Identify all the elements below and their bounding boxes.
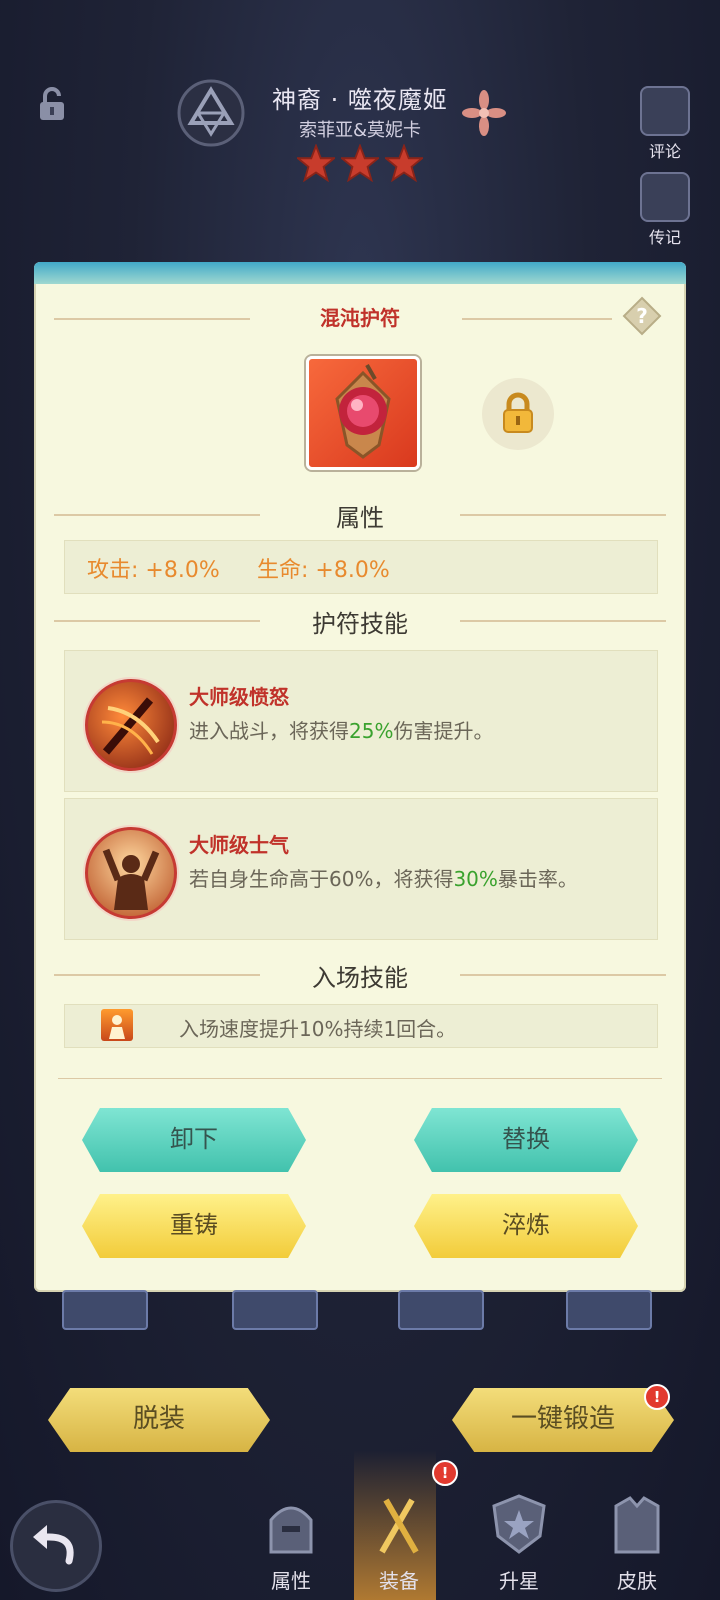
divider [462, 318, 612, 320]
help-icon[interactable]: ? [622, 296, 662, 336]
tab-label: 皮肤 [617, 1569, 657, 1593]
equipment-slot[interactable] [62, 1290, 148, 1330]
divider [54, 318, 250, 320]
tab-label: 升星 [499, 1569, 539, 1593]
equipment-slot[interactable] [566, 1290, 652, 1330]
biography-button[interactable]: 传记 [634, 172, 696, 248]
star-icon [297, 144, 335, 182]
tab-label: 装备 [379, 1569, 419, 1593]
padlock-icon [503, 392, 533, 433]
sword-slash-icon [85, 679, 177, 771]
star-icon [341, 144, 379, 182]
amulet-item-icon[interactable] [306, 356, 420, 470]
svg-text:?: ? [636, 304, 648, 328]
class-flower-icon [452, 88, 516, 138]
divider [460, 514, 666, 516]
entry-skill-box: 入场速度提升10%持续1回合。 [64, 1004, 658, 1048]
skill-card[interactable]: 大师级士气 若自身生命高于60%，将获得30%暴击率。 [64, 798, 658, 940]
lock-item-button[interactable] [482, 378, 554, 450]
entry-skill-title: 入场技能 [312, 964, 408, 992]
attributes-box: 攻击: +8.0% 生命: +8.0% [64, 540, 658, 594]
tab-attributes[interactable]: 属性 [246, 1492, 336, 1594]
divider [54, 620, 260, 622]
tab-star-up[interactable]: 升星 [474, 1492, 564, 1594]
tab-skins[interactable]: 皮肤 [592, 1492, 682, 1594]
equipment-slot[interactable] [398, 1290, 484, 1330]
weapons-icon [379, 1498, 419, 1554]
comment-label: 评论 [648, 142, 681, 161]
skill-name: 大师级愤怒 [189, 685, 289, 709]
item-name: 混沌护符 [320, 306, 400, 330]
divider [460, 974, 666, 976]
speed-boost-icon [101, 1009, 133, 1041]
attributes-title: 属性 [336, 504, 384, 532]
entry-skill-description: 入场速度提升10%持续1回合。 [179, 1017, 457, 1041]
replace-button[interactable]: 替换 [414, 1108, 638, 1172]
back-arrow-icon [33, 1525, 74, 1565]
amulet-skills-title: 护符技能 [312, 610, 408, 638]
divider [58, 1078, 662, 1079]
comment-button[interactable]: 评论 [634, 86, 696, 162]
divider [54, 974, 260, 976]
skill-card[interactable]: 大师级愤怒 进入战斗，将获得25%伤害提升。 [64, 650, 658, 792]
star-shield-icon [492, 1494, 546, 1554]
star-icon [385, 144, 423, 182]
armor-icon [614, 1496, 660, 1554]
tab-label: 属性 [271, 1569, 311, 1593]
skill-name: 大师级士气 [189, 833, 289, 857]
helmet-icon [269, 1506, 313, 1554]
skill-description: 若自身生命高于60%，将获得30%暴击率。 [189, 867, 578, 891]
one-click-forge-button[interactable]: 一键锻造 [452, 1388, 674, 1452]
reforge-button[interactable]: 重铸 [82, 1194, 306, 1258]
equipment-slot[interactable] [232, 1290, 318, 1330]
refine-button[interactable]: 淬炼 [414, 1194, 638, 1258]
unlock-icon[interactable] [30, 82, 74, 126]
panel-top-trim [34, 262, 686, 284]
unequip-all-button[interactable]: 脱装 [48, 1388, 270, 1452]
warrior-cheer-icon [85, 827, 177, 919]
comment-book-icon [640, 86, 690, 136]
divider [54, 514, 260, 516]
unequip-button[interactable]: 卸下 [82, 1108, 306, 1172]
tab-notification-badge: ! [432, 1460, 458, 1486]
biography-label: 传记 [648, 228, 681, 247]
star-rating [290, 144, 430, 188]
skill-description: 进入战斗，将获得25%伤害提升。 [189, 719, 494, 743]
attack-stat: 攻击: +8.0% [87, 558, 220, 583]
back-button[interactable] [10, 1500, 102, 1592]
hp-stat: 生命: +8.0% [257, 558, 390, 583]
biography-book-icon [640, 172, 690, 222]
divider [460, 620, 666, 622]
notification-badge: ! [644, 1384, 670, 1410]
tab-equipment[interactable]: 装备 [354, 1492, 444, 1594]
